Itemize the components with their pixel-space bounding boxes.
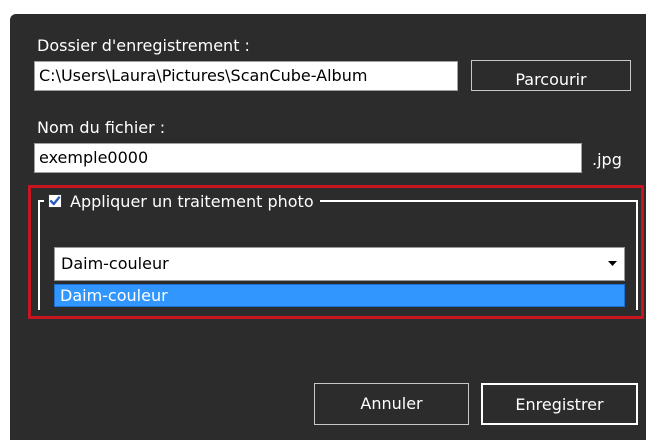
dropdown-list[interactable]: Daim-couleur — [54, 284, 625, 307]
file-name-input[interactable]: exemple0000 — [34, 143, 582, 173]
selected-option-text: Daim-couleur — [61, 254, 169, 273]
photo-processing-legend: Appliquer un traitement photo — [44, 189, 320, 213]
save-folder-label: Dossier d'enregistrement : — [37, 36, 250, 55]
save-folder-input[interactable]: C:\Users\Laura\Pictures\ScanCube-Album — [34, 61, 458, 91]
file-name-label: Nom du fichier : — [37, 118, 166, 137]
photo-processing-select[interactable]: Daim-couleur — [54, 247, 625, 281]
photo-processing-checkbox[interactable] — [48, 194, 62, 208]
save-dialog: Dossier d'enregistrement : C:\Users\Laur… — [0, 0, 646, 440]
chevron-down-icon[interactable] — [600, 248, 624, 280]
photo-processing-label: Appliquer un traitement photo — [70, 191, 314, 211]
dropdown-option[interactable]: Daim-couleur — [60, 285, 168, 306]
save-button[interactable]: Enregistrer — [481, 383, 638, 425]
file-extension-label: .jpg — [592, 150, 622, 169]
browse-button[interactable]: Parcourir — [471, 60, 631, 91]
checkmark-icon — [49, 195, 61, 207]
cancel-button[interactable]: Annuler — [314, 383, 469, 425]
